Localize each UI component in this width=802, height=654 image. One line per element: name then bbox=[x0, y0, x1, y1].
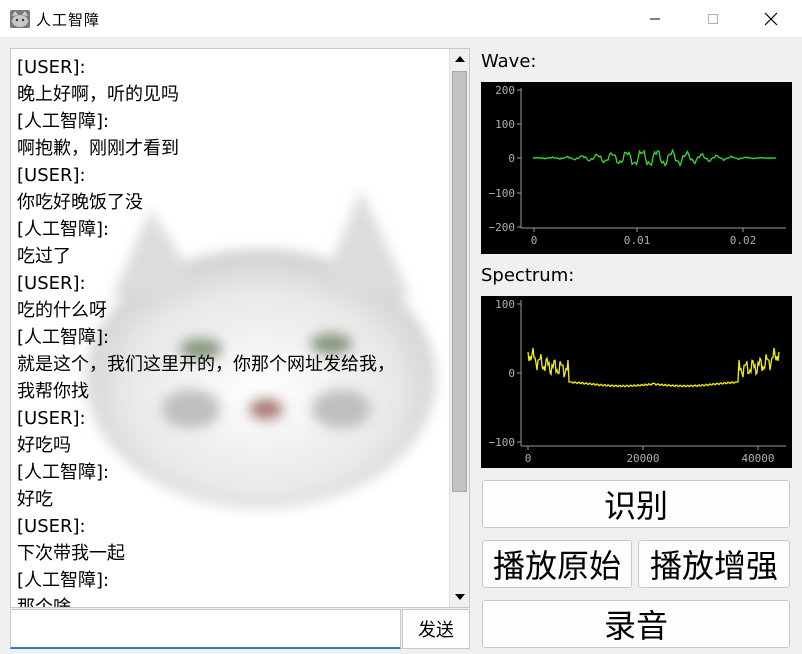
chat-speaker: [USER]: bbox=[17, 165, 86, 186]
spectrum-y-tick-label: −100 bbox=[489, 436, 516, 449]
chat-history[interactable]: [USER]: 晚上好啊，听的见吗 [人工智障]: 啊抱歉，刚刚才看到 [USER]: 你… bbox=[10, 48, 470, 608]
chat-message-text: 你吃好晚饭了没 bbox=[17, 192, 143, 213]
record-button[interactable]: 录音 bbox=[482, 600, 790, 648]
minimize-button[interactable] bbox=[626, 0, 684, 38]
chat-speaker: [人工智障]: bbox=[17, 327, 110, 348]
chat-message-text: 吃的什么呀 bbox=[17, 300, 107, 321]
wave-y-tick-label: −100 bbox=[489, 187, 516, 200]
send-button[interactable]: 发送 bbox=[402, 609, 470, 649]
chat-speaker: [USER]: bbox=[17, 516, 86, 537]
play-original-button[interactable]: 播放原始 bbox=[482, 540, 632, 588]
title-bar: 人工智障 bbox=[0, 0, 802, 38]
recognize-button[interactable]: 识别 bbox=[482, 480, 790, 528]
spectrum-plot-canvas: 100 0 −100 0 20000 40000 bbox=[489, 298, 786, 465]
wave-plot-canvas: 200 100 0 −100 −200 0 0.01 0.02 bbox=[489, 84, 786, 247]
chat-message-text: 啊抱歉，刚刚才看到 bbox=[17, 138, 179, 159]
wave-x-tick-label: 0.02 bbox=[730, 234, 757, 247]
minimize-icon bbox=[650, 18, 660, 20]
chat-message-text: 吃过了 bbox=[17, 246, 71, 267]
triangle-up-icon bbox=[454, 56, 465, 62]
spectrum-x-tick-label: 0 bbox=[525, 452, 532, 465]
wave-y-tick-label: 200 bbox=[495, 84, 515, 97]
wave-y-tick-label: 0 bbox=[508, 152, 515, 165]
close-button[interactable] bbox=[742, 0, 800, 38]
chat-message-text: 就是这个，我们这里开的，你那个网址发给我， 我帮你找 bbox=[17, 354, 395, 402]
wave-x-tick-label: 0 bbox=[531, 234, 538, 247]
maximize-button[interactable] bbox=[684, 0, 742, 38]
chat-speaker: [USER]: bbox=[17, 273, 86, 294]
spectrum-plot-title: Spectrum: bbox=[481, 265, 575, 286]
wave-series-line bbox=[532, 148, 777, 168]
chat-message-text: 好吃吗 bbox=[17, 435, 71, 456]
spectrum-y-tick-label: 0 bbox=[508, 367, 515, 380]
chat-speaker: [人工智障]: bbox=[17, 219, 110, 240]
message-input[interactable] bbox=[10, 609, 401, 649]
chat-speaker: [USER]: bbox=[17, 408, 86, 429]
chat-message-text: 晚上好啊，听的见吗 bbox=[17, 84, 179, 105]
play-enhanced-button[interactable]: 播放增强 bbox=[638, 540, 790, 588]
wave-y-tick-label: −200 bbox=[489, 221, 516, 234]
chat-message-text: 那个啥 bbox=[17, 597, 71, 608]
chat-messages: [USER]: 晚上好啊，听的见吗 [人工智障]: 啊抱歉，刚刚才看到 [USER]: 你… bbox=[17, 54, 447, 608]
chat-message-text: 好吃 bbox=[17, 489, 53, 510]
window-title: 人工智障 bbox=[36, 11, 101, 29]
chat-scrollbar[interactable] bbox=[449, 49, 469, 607]
chat-speaker: [人工智障]: bbox=[17, 111, 110, 132]
wave-plot: 200 100 0 −100 −200 0 0.01 0.02 bbox=[481, 82, 792, 254]
chat-speaker: [人工智障]: bbox=[17, 570, 110, 591]
spectrum-series-line bbox=[527, 347, 780, 388]
scroll-up-button[interactable] bbox=[450, 49, 469, 69]
cat-app-icon bbox=[10, 10, 30, 28]
close-icon bbox=[764, 12, 778, 26]
spectrum-y-tick-label: 100 bbox=[495, 298, 515, 311]
chat-message-text: 下次带我一起 bbox=[17, 543, 125, 564]
chat-speaker: [USER]: bbox=[17, 57, 86, 78]
spectrum-x-tick-label: 20000 bbox=[626, 452, 659, 465]
maximize-icon bbox=[708, 14, 718, 24]
wave-x-tick-label: 0.01 bbox=[624, 234, 651, 247]
wave-y-tick-label: 100 bbox=[495, 118, 515, 131]
triangle-down-icon bbox=[454, 594, 465, 600]
chat-speaker: [人工智障]: bbox=[17, 462, 110, 483]
spectrum-plot: 100 0 −100 0 20000 40000 bbox=[481, 296, 792, 468]
wave-plot-title: Wave: bbox=[481, 51, 537, 72]
scroll-down-button[interactable] bbox=[450, 587, 469, 607]
spectrum-x-tick-label: 40000 bbox=[741, 452, 774, 465]
scroll-thumb[interactable] bbox=[452, 71, 467, 492]
